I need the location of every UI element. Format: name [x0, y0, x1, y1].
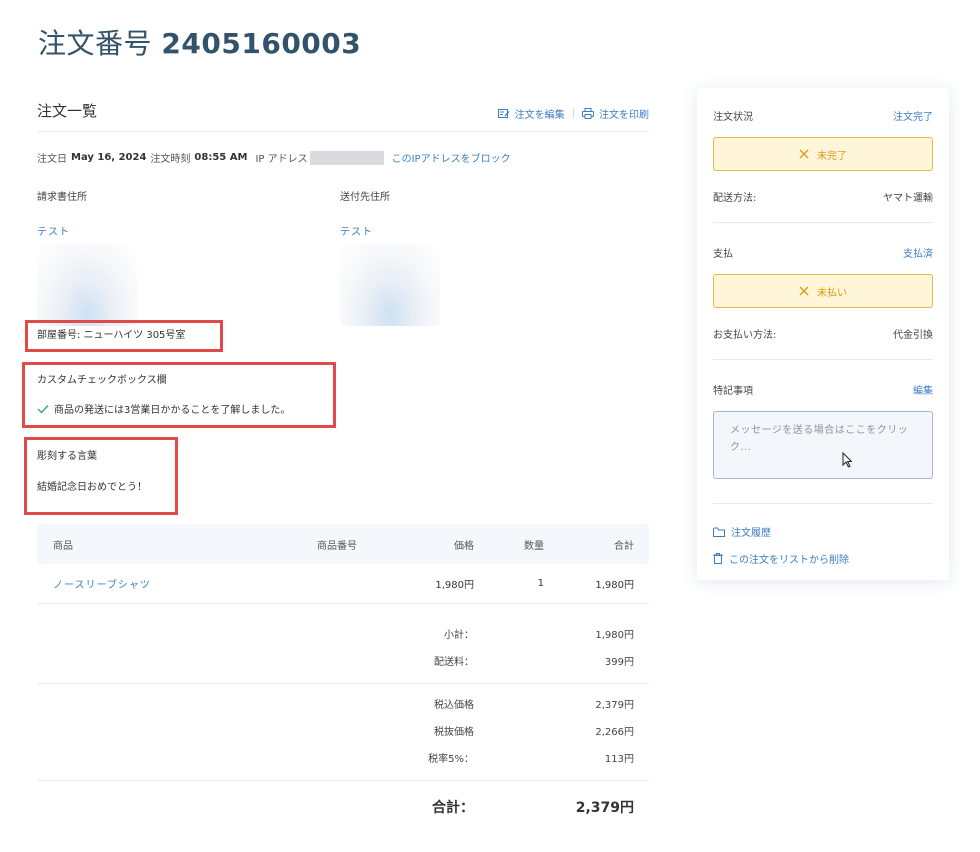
print-order-button[interactable]: 注文を印刷	[582, 106, 649, 121]
order-history-label: 注文履歴	[731, 528, 771, 539]
mark-order-complete-link[interactable]: 注文完了	[893, 108, 933, 123]
sidebar-divider	[713, 222, 933, 223]
shipping-fee-value: 399円	[604, 657, 634, 668]
ip-label: IP アドレス	[255, 154, 308, 165]
mark-paid-link[interactable]: 支払済	[903, 245, 933, 260]
grand-total-label: 合計：	[432, 799, 474, 816]
excl-tax-label: 税抜価格	[434, 727, 474, 738]
fulfillment-status-text: 未完了	[817, 150, 847, 162]
folder-icon	[713, 527, 725, 537]
tax-rate-label: 税率5%：	[428, 754, 474, 765]
notes-label: 特記事項	[713, 386, 753, 397]
shipping-name-link[interactable]: テスト	[340, 223, 600, 238]
totals-divider	[37, 683, 649, 684]
action-divider: |	[571, 108, 575, 119]
close-icon	[799, 149, 809, 159]
billing-name-link[interactable]: テスト	[37, 223, 297, 238]
billing-address-redacted	[37, 244, 137, 326]
billing-address-label: 請求書住所	[37, 192, 87, 203]
highlight-box-custom-checkbox	[22, 362, 336, 428]
payment-status-badge: 未払い	[713, 274, 933, 308]
shipping-address: 送付先住所 テスト	[340, 188, 600, 326]
product-link[interactable]: ノースリーブシャツ	[53, 580, 151, 591]
incl-tax-label: 税込価格	[434, 700, 474, 711]
order-status-label: 注文状況	[713, 112, 753, 123]
printer-icon	[582, 108, 594, 119]
payment-method-value: 代金引換	[893, 330, 933, 341]
delete-order-link[interactable]: この注文をリストから削除	[713, 551, 933, 566]
row-price: 1,980円	[435, 580, 474, 591]
table-row: ノースリーブシャツ 1,980円 1 1,980円	[37, 564, 649, 604]
col-total: 合計	[614, 540, 634, 552]
sidebar-divider	[713, 503, 933, 504]
ip-address-redacted	[309, 150, 384, 165]
highlight-box-room	[25, 320, 223, 352]
shipping-fee-label: 配送料：	[434, 657, 474, 668]
fulfillment-status-badge: 未完了	[713, 137, 933, 171]
order-time-label: 注文時刻	[150, 154, 191, 165]
shipping-method-value: ヤマト運輸	[883, 193, 933, 204]
mouse-cursor	[842, 451, 853, 472]
order-history-link[interactable]: 注文履歴	[713, 524, 933, 539]
tax-value: 113円	[604, 754, 634, 765]
grand-total-block: 合計： 2,379円	[37, 793, 649, 820]
sidebar-divider	[713, 359, 933, 360]
col-sku: 商品番号	[317, 540, 357, 552]
page-title: 注文番号 2405160003	[38, 22, 361, 62]
order-date-label: 注文日	[37, 154, 67, 165]
delete-order-label: この注文をリストから削除	[729, 555, 849, 566]
close-icon	[799, 286, 809, 296]
col-qty: 数量	[524, 540, 544, 552]
edit-order-button[interactable]: 注文を編集	[497, 106, 565, 121]
order-number: 2405160003	[161, 27, 362, 60]
print-order-label: 注文を印刷	[599, 110, 649, 121]
incl-tax-value: 2,379円	[595, 700, 634, 711]
trash-icon	[713, 553, 723, 564]
totals-block-2: 税込価格 2,379円 税抜価格 2,266円 税率5%： 113円	[37, 690, 649, 771]
table-header: 商品 商品番号 価格 数量 合計	[37, 524, 649, 564]
row-qty: 1	[537, 578, 544, 589]
order-items-table: 商品 商品番号 価格 数量 合計 ノースリーブシャツ 1,980円 1 1,98…	[37, 524, 649, 604]
order-time: 08:55 AM	[194, 152, 248, 163]
billing-address: 請求書住所 テスト	[37, 188, 297, 326]
order-list-title: 注文一覧	[37, 102, 98, 120]
row-total: 1,980円	[595, 580, 634, 591]
totals-block-1: 小計： 1,980円 配送料： 399円	[37, 620, 649, 674]
highlight-box-engraving	[24, 437, 178, 515]
order-date: May 16, 2024	[71, 152, 147, 163]
edit-icon	[497, 108, 510, 119]
order-list-panel: 注文一覧 注文を編集 | 注文を印刷 注文日 May 16, 2024 注文時刻…	[37, 96, 649, 493]
notes-input[interactable]: メッセージを送る場合はここをクリック...	[713, 411, 933, 479]
shipping-address-label: 送付先住所	[340, 192, 390, 203]
order-meta: 注文日 May 16, 2024 注文時刻 08:55 AM IP アドレス こ…	[37, 150, 511, 165]
order-sidebar: 注文状況 注文完了 未完了 配送方法: ヤマト運輸 支払 支払済 未払い お支払…	[697, 88, 949, 580]
subtotal-label: 小計：	[444, 630, 474, 641]
order-number-label: 注文番号	[38, 27, 153, 60]
grand-total-divider	[37, 780, 649, 781]
grand-total-value: 2,379円	[575, 799, 634, 816]
payment-label: 支払	[713, 249, 733, 260]
block-ip-link[interactable]: このIPアドレスをブロック	[392, 150, 511, 165]
payment-status-text: 未払い	[817, 287, 847, 299]
edit-notes-link[interactable]: 編集	[913, 382, 933, 397]
payment-method-label: お支払い方法:	[713, 330, 777, 341]
order-list-header: 注文一覧 注文を編集 | 注文を印刷	[37, 96, 649, 132]
shipping-address-redacted	[340, 244, 440, 326]
col-product: 商品	[53, 540, 73, 552]
excl-tax-value: 2,266円	[595, 727, 634, 738]
edit-order-label: 注文を編集	[514, 110, 565, 121]
shipping-method-label: 配送方法:	[713, 193, 757, 204]
col-price: 価格	[454, 540, 474, 552]
subtotal-value: 1,980円	[595, 630, 634, 641]
